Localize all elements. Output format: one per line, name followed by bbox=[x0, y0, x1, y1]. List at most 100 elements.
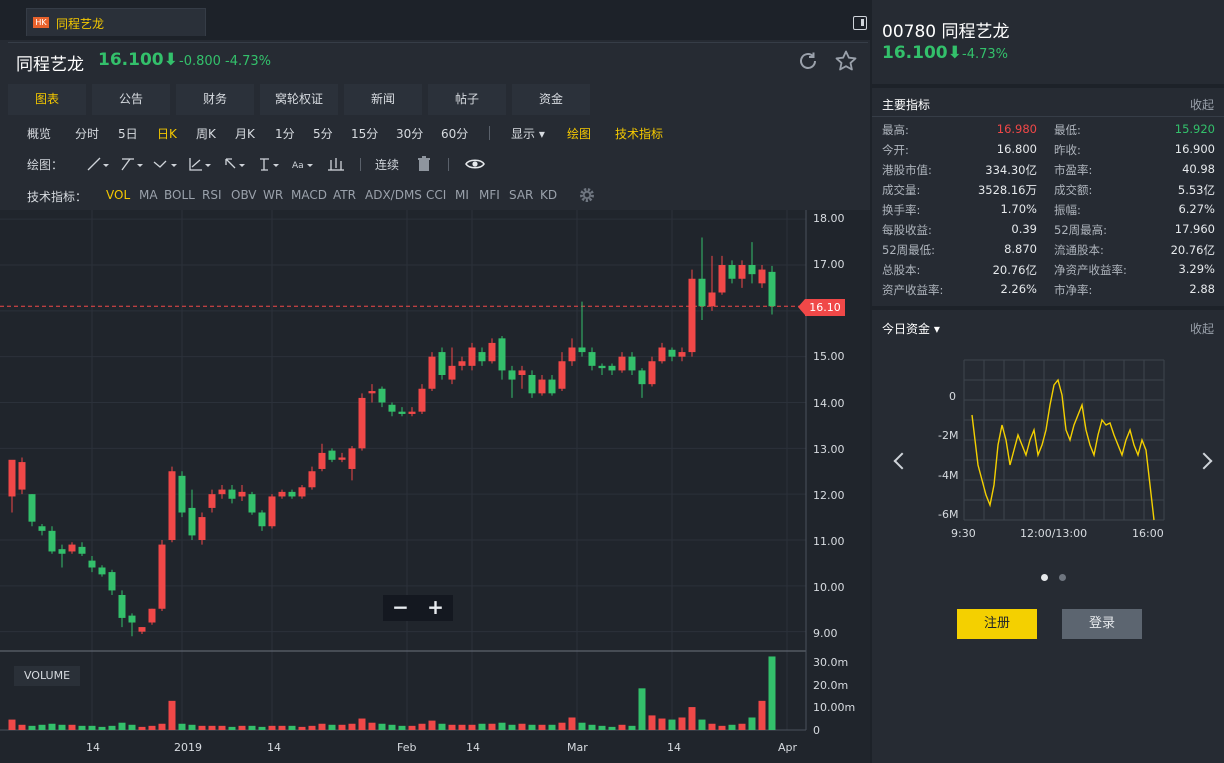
indicator-boll[interactable]: BOLL bbox=[164, 188, 195, 202]
candle-body bbox=[18, 462, 26, 490]
volume-bar bbox=[618, 724, 626, 730]
tab-warrants[interactable]: 窝轮权证 bbox=[260, 84, 338, 115]
candle-body bbox=[148, 608, 156, 623]
candle-body bbox=[668, 349, 676, 357]
volume-bar bbox=[138, 726, 146, 730]
candle-body bbox=[488, 342, 496, 362]
tab-posts[interactable]: 帖子 bbox=[428, 84, 506, 115]
candle-body bbox=[568, 347, 576, 362]
period-5min[interactable]: 5分 bbox=[313, 125, 333, 142]
volume-bar bbox=[598, 725, 606, 730]
stat-label: 52周最高: bbox=[1054, 223, 1108, 237]
info-panel: 00780 同程艺龙 16.100⬇ -4.73% 主要指标 收起 最高: 16.… bbox=[872, 0, 1224, 763]
collapse-funds[interactable]: 收起 bbox=[1190, 320, 1214, 337]
period-daily[interactable]: 日K bbox=[157, 125, 177, 142]
tab-chart[interactable]: 图表 bbox=[8, 84, 86, 115]
indicator-wr[interactable]: WR bbox=[263, 188, 283, 202]
volume-bar bbox=[628, 725, 636, 730]
stat-label: 昨收: bbox=[1054, 143, 1081, 157]
indicator-mi[interactable]: MI bbox=[455, 188, 469, 202]
stock-name: 同程艺龙 bbox=[16, 55, 84, 75]
date-axis-label: 14 bbox=[86, 741, 100, 754]
volume-bar bbox=[668, 719, 676, 730]
gear-icon[interactable] bbox=[578, 186, 596, 204]
volume-bar bbox=[328, 724, 336, 730]
volume-bar bbox=[98, 726, 106, 730]
page-dot-active[interactable] bbox=[1041, 574, 1048, 581]
volume-bar bbox=[228, 726, 236, 730]
indicator-sar[interactable]: SAR bbox=[509, 188, 533, 202]
period-15min[interactable]: 15分 bbox=[351, 125, 378, 142]
panel-toggle-icon[interactable] bbox=[853, 16, 867, 30]
volume-bar bbox=[568, 717, 576, 730]
volume-bar bbox=[48, 723, 56, 730]
stat-row: 流通股本: 20.76亿 bbox=[1054, 242, 1215, 262]
volume-axis-label: 20.0m bbox=[813, 679, 849, 692]
tab-capital[interactable]: 资金 bbox=[512, 84, 590, 115]
candle-body bbox=[638, 370, 646, 385]
indicator-macd[interactable]: MACD bbox=[291, 188, 327, 202]
indicator-atr[interactable]: ATR bbox=[333, 188, 356, 202]
draw-toggle[interactable]: 绘图 bbox=[567, 125, 591, 142]
display-menu[interactable]: 显示 ▾ bbox=[511, 125, 545, 142]
trash-icon[interactable] bbox=[417, 156, 431, 172]
indicator-mfi[interactable]: MFI bbox=[479, 188, 500, 202]
stat-value: 3.29% bbox=[1178, 262, 1215, 276]
candlestick-chart[interactable] bbox=[0, 210, 870, 763]
period-overview[interactable]: 概览 bbox=[27, 125, 51, 142]
volume-bar bbox=[158, 723, 166, 730]
volume-bar bbox=[608, 726, 616, 730]
stat-row: 净资产收益率: 3.29% bbox=[1054, 262, 1215, 282]
volume-bar bbox=[708, 723, 716, 730]
stat-label: 市盈率: bbox=[1054, 163, 1093, 177]
period-30min[interactable]: 30分 bbox=[396, 125, 423, 142]
flow-line bbox=[971, 378, 1155, 521]
refresh-icon[interactable] bbox=[796, 49, 820, 73]
tab-announcements[interactable]: 公告 bbox=[92, 84, 170, 115]
page-dot[interactable] bbox=[1059, 574, 1066, 581]
star-icon[interactable] bbox=[834, 49, 858, 73]
date-axis-label: 14 bbox=[466, 741, 480, 754]
candle-body bbox=[578, 347, 586, 353]
collapse-indicators[interactable]: 收起 bbox=[1190, 96, 1214, 113]
price-axis-label: 12.00 bbox=[813, 489, 845, 502]
stat-row: 每股收益: 0.39 bbox=[882, 222, 1037, 242]
volume-bar bbox=[588, 724, 596, 730]
stock-tab[interactable]: HK 同程艺龙 bbox=[26, 8, 206, 36]
period-1min[interactable]: 1分 bbox=[275, 125, 295, 142]
eye-icon[interactable] bbox=[465, 157, 485, 171]
indicator-kd[interactable]: KD bbox=[540, 188, 557, 202]
tab-financials[interactable]: 财务 bbox=[176, 84, 254, 115]
period-monthly[interactable]: 月K bbox=[235, 125, 255, 142]
today-funds-title[interactable]: 今日资金 ▾ bbox=[882, 320, 940, 337]
zoom-out-button[interactable]: − bbox=[383, 595, 418, 621]
volume-bar bbox=[408, 725, 416, 730]
intraday-flow-chart bbox=[963, 359, 1165, 521]
period-intraday[interactable]: 分时 bbox=[75, 125, 99, 142]
indicator-rsi[interactable]: RSI bbox=[202, 188, 222, 202]
price-axis-label: 9.00 bbox=[813, 627, 838, 640]
stat-row: 总股本: 20.76亿 bbox=[882, 262, 1037, 282]
period-5day[interactable]: 5日 bbox=[118, 125, 138, 142]
price-axis-label: 17.00 bbox=[813, 258, 845, 271]
indicator-obv[interactable]: OBV bbox=[231, 188, 257, 202]
candle-body bbox=[448, 365, 456, 380]
indicator-adx[interactable]: ADX/DMS bbox=[365, 188, 422, 202]
volume-bar bbox=[578, 722, 586, 730]
period-weekly[interactable]: 周K bbox=[196, 125, 216, 142]
volume-bar bbox=[308, 725, 316, 730]
indicator-cci[interactable]: CCI bbox=[426, 188, 446, 202]
indicator-ma[interactable]: MA bbox=[139, 188, 158, 202]
login-button[interactable]: 登录 bbox=[1062, 609, 1142, 639]
candle-body bbox=[168, 471, 176, 540]
drawing-tools[interactable]: Aa bbox=[86, 156, 356, 172]
zoom-in-button[interactable]: + bbox=[418, 595, 453, 621]
register-button[interactable]: 注册 bbox=[957, 609, 1037, 639]
continuous-draw[interactable]: 连续 bbox=[375, 156, 399, 173]
date-axis-label: Apr bbox=[778, 741, 798, 754]
volume-bar bbox=[288, 725, 296, 730]
tab-news[interactable]: 新闻 bbox=[344, 84, 422, 115]
indicator-vol[interactable]: VOL bbox=[106, 188, 130, 202]
period-60min[interactable]: 60分 bbox=[441, 125, 468, 142]
indicators-toggle[interactable]: 技术指标 bbox=[615, 125, 663, 142]
